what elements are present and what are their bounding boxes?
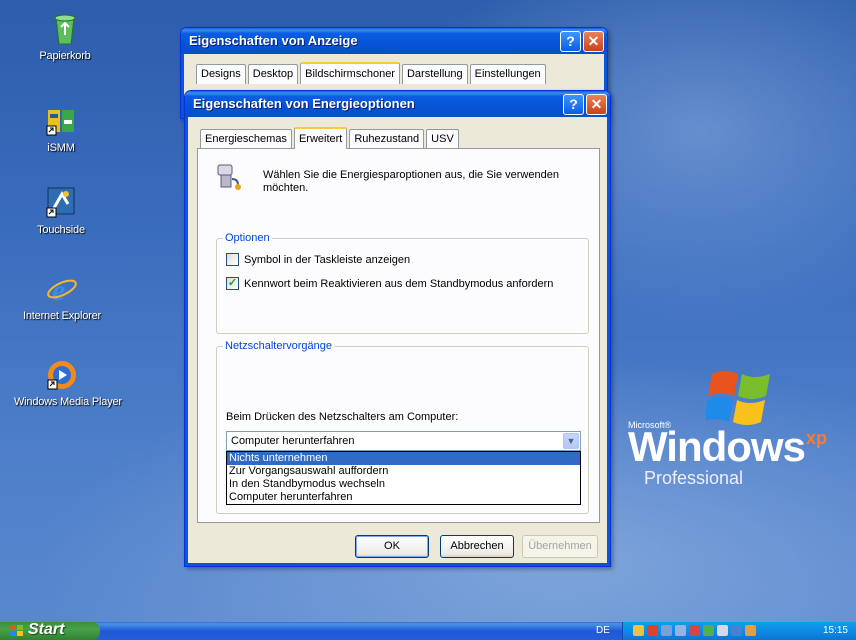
desktop-icon-label: Papierkorb	[39, 50, 91, 62]
tab-darstellung[interactable]: Darstellung	[401, 64, 468, 84]
apply-button[interactable]: Übernehmen	[522, 535, 598, 558]
svg-text:e: e	[52, 274, 65, 306]
tab-ruhezustand[interactable]: Ruhezustand	[349, 129, 425, 149]
ismm-shortcut-icon	[44, 104, 78, 138]
display-window-titlebar[interactable]: Eigenschaften von Anzeige ? ✕	[181, 28, 607, 54]
desktop-icon-windows-media-player[interactable]: Windows Media Player	[14, 358, 122, 408]
tray-display-icon[interactable]	[731, 625, 742, 636]
tray-security-icon[interactable]	[647, 625, 658, 636]
tab-erweitert[interactable]: Erweitert	[293, 127, 348, 149]
tab-bildschirmschoner[interactable]: Bildschirmschoner	[300, 62, 400, 84]
tray-volume-icon[interactable]	[717, 625, 728, 636]
power-button-label: Beim Drücken des Netzschalters am Comput…	[226, 411, 459, 423]
checkbox-label: Symbol in der Taskleiste anzeigen	[244, 253, 411, 266]
display-tabs: Designs Desktop Bildschirmschoner Darste…	[196, 62, 548, 84]
tray-monitor-icon[interactable]	[661, 625, 672, 636]
desktop-icon-internet-explorer[interactable]: e Internet Explorer	[14, 272, 110, 322]
tab-desktop[interactable]: Desktop	[247, 64, 299, 84]
internet-explorer-icon: e	[45, 272, 79, 307]
cancel-button[interactable]: Abbrechen	[440, 535, 514, 558]
help-button[interactable]: ?	[563, 94, 584, 115]
tab-usv[interactable]: USV	[426, 129, 459, 149]
power-buttons-group-label: Netzschaltervorgänge	[223, 340, 335, 352]
window-title: Eigenschaften von Anzeige	[189, 33, 358, 48]
desktop-icon-touchside[interactable]: Touchside	[13, 186, 109, 236]
window-body: Energieschemas Erweitert Ruhezustand USV…	[185, 117, 610, 566]
power-window-titlebar[interactable]: Eigenschaften von Energieoptionen ? ✕	[185, 91, 610, 117]
touchside-shortcut-icon	[44, 186, 78, 220]
tray-network-icon[interactable]	[633, 625, 644, 636]
desktop-icon-label: Internet Explorer	[23, 310, 101, 322]
windows-flag-icon	[10, 625, 23, 636]
desktop-icon-ismm[interactable]: iSMM	[13, 104, 109, 154]
language-indicator[interactable]: DE	[596, 625, 610, 636]
dropdown-option[interactable]: In den Standbymodus wechseln	[227, 478, 580, 491]
tray-update-icon[interactable]	[703, 625, 714, 636]
logo-edition-text: Professional	[644, 468, 744, 488]
dropdown-option[interactable]: Computer herunterfahren	[227, 491, 580, 504]
close-button[interactable]: ✕	[586, 94, 607, 115]
system-tray: 15:15	[622, 622, 856, 640]
tab-energieschemas[interactable]: Energieschemas	[200, 129, 292, 149]
tray-users-icon[interactable]	[745, 625, 756, 636]
window-title: Eigenschaften von Energieoptionen	[193, 96, 415, 111]
windows-flag-icon	[706, 371, 770, 425]
help-button[interactable]: ?	[560, 31, 581, 52]
start-label: Start	[28, 621, 65, 638]
advanced-tab-panel: Wählen Sie die Energiesparoptionen aus, …	[197, 148, 600, 523]
tab-designs[interactable]: Designs	[196, 64, 246, 84]
logo-xp-text: xp	[806, 428, 828, 448]
power-buttons-group: Netzschaltervorgänge Beim Drücken des Ne…	[216, 340, 589, 514]
power-options-icon	[217, 164, 241, 190]
desktop-icon-recycle-bin[interactable]: Papierkorb	[17, 12, 113, 62]
power-button-action-select[interactable]: Computer herunterfahren ▼	[226, 431, 581, 451]
recycle-bin-icon	[48, 12, 82, 46]
checkbox-box[interactable]	[226, 253, 239, 266]
checkbox-box-checked[interactable]: ✓	[226, 277, 239, 290]
intro-text-line2: möchten.	[263, 182, 309, 194]
ok-button[interactable]: OK	[355, 535, 429, 558]
start-button[interactable]: Start	[0, 621, 100, 640]
desktop-icon-label: Windows Media Player	[14, 396, 122, 408]
tab-einstellungen[interactable]: Einstellungen	[469, 64, 546, 84]
checkbox-label: Kennwort beim Reaktivieren aus dem Stand…	[244, 277, 554, 290]
dropdown-option[interactable]: Nichts unternehmen	[227, 452, 580, 465]
intro-text-line1: Wählen Sie die Energiesparoptionen aus, …	[263, 169, 559, 181]
close-button[interactable]: ✕	[583, 31, 604, 52]
power-button-action-dropdown[interactable]: Nichts unternehmen Zur Vorgangsauswahl a…	[226, 451, 581, 505]
options-group: Optionen Symbol in der Taskleiste anzeig…	[216, 232, 589, 334]
select-value: Computer herunterfahren	[231, 435, 355, 447]
tray-power-icon[interactable]	[675, 625, 686, 636]
chevron-down-icon[interactable]: ▼	[563, 433, 579, 449]
desktop-icon-label: Touchside	[37, 224, 85, 236]
password-on-resume-checkbox[interactable]: ✓ Kennwort beim Reaktivieren aus dem Sta…	[226, 277, 553, 290]
show-tray-icon-checkbox[interactable]: Symbol in der Taskleiste anzeigen	[226, 253, 410, 266]
power-options-window[interactable]: Eigenschaften von Energieoptionen ? ✕ En…	[184, 90, 611, 567]
options-group-label: Optionen	[223, 232, 272, 244]
taskbar: Start DE 15:15	[0, 621, 856, 640]
desktop-icon-label: iSMM	[47, 142, 75, 154]
clock[interactable]: 15:15	[823, 625, 848, 636]
power-tabs: Energieschemas Erweitert Ruhezustand USV	[200, 127, 461, 149]
windows-media-player-icon	[45, 358, 79, 392]
tray-app-icon[interactable]	[689, 625, 700, 636]
dropdown-option[interactable]: Zur Vorgangsauswahl auffordern	[227, 465, 580, 478]
logo-windows-text: Windows	[628, 423, 806, 470]
